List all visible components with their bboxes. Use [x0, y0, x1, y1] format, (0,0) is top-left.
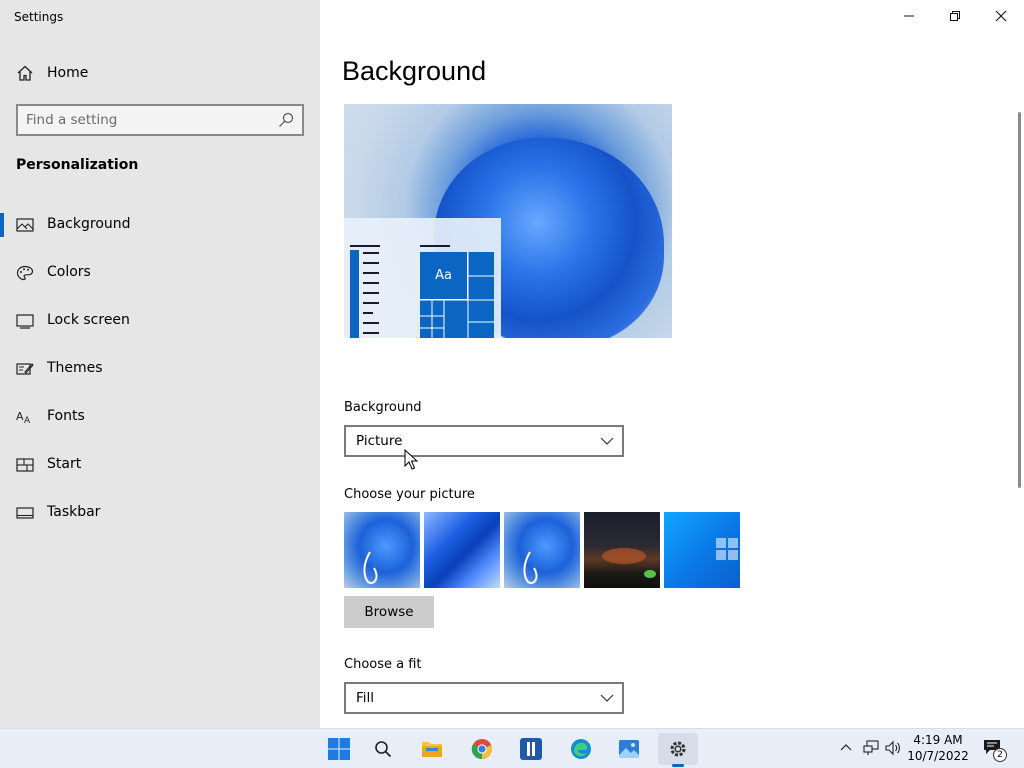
lock-screen-icon [16, 314, 34, 329]
chevron-down-icon [600, 437, 614, 445]
picture-thumbnail[interactable] [344, 512, 420, 588]
sidebar-item-label: Background [47, 216, 131, 232]
close-icon [995, 10, 1007, 22]
clock-date: 10/7/2022 [907, 749, 969, 763]
chevron-up-icon[interactable] [840, 743, 852, 751]
picture-thumbnail[interactable] [424, 512, 500, 588]
gear-icon [670, 741, 686, 757]
close-button[interactable] [978, 0, 1024, 32]
sidebar: Settings Home Personalization Background… [0, 0, 320, 728]
sidebar-item-label: Fonts [47, 408, 85, 424]
background-preview: Aa [344, 104, 672, 338]
edge-button[interactable] [561, 733, 601, 765]
background-label: Background [344, 400, 422, 415]
sidebar-item-start[interactable]: Start [0, 445, 320, 485]
choose-fit-label: Choose a fit [344, 657, 422, 672]
scrollbar[interactable] [1018, 112, 1021, 488]
sidebar-item-themes[interactable]: Themes [0, 349, 320, 389]
sidebar-item-background[interactable]: Background [0, 205, 320, 245]
start-icon [16, 458, 34, 472]
folder-icon [422, 742, 442, 757]
sidebar-item-colors[interactable]: Colors [0, 253, 320, 293]
picture-thumbnail[interactable] [504, 512, 580, 588]
section-title: Personalization [16, 157, 139, 173]
sidebar-item-home[interactable]: Home [0, 56, 320, 90]
photos-button[interactable] [609, 733, 649, 765]
page-title: Background [342, 56, 487, 86]
windows-logo-icon [716, 538, 738, 560]
sidebar-item-label: Colors [47, 264, 91, 280]
network-icon[interactable] [863, 740, 879, 756]
taskbar-icon [16, 507, 34, 519]
sidebar-item-label: Home [47, 65, 89, 81]
mouse-cursor-icon [404, 449, 418, 470]
taskbar: 4:19 AM 10/7/2022 [0, 728, 1024, 768]
sidebar-item-fonts[interactable]: A A Fonts [0, 397, 320, 437]
themes-icon [16, 363, 34, 375]
home-icon [17, 65, 33, 81]
preview-start-menu: Aa [344, 218, 501, 338]
search-input[interactable] [26, 110, 266, 130]
minimize-button[interactable] [886, 0, 932, 32]
fit-dropdown[interactable]: Fill [344, 682, 624, 714]
windows-start-icon [328, 738, 350, 760]
search-icon[interactable] [278, 112, 294, 128]
app-icon [520, 738, 542, 760]
svg-text:A: A [16, 410, 24, 423]
clock-time: 4:19 AM [913, 733, 963, 747]
svg-text:A: A [24, 416, 31, 425]
system-clock[interactable]: 4:19 AM 10/7/2022 [906, 732, 970, 764]
dropdown-value: Picture [356, 433, 403, 449]
app-button[interactable] [511, 733, 551, 765]
palette-icon [16, 265, 34, 281]
volume-icon[interactable] [885, 740, 901, 756]
search-box[interactable] [16, 104, 304, 136]
notification-count-badge: 2 [993, 748, 1007, 762]
sidebar-item-lock-screen[interactable]: Lock screen [0, 301, 320, 341]
fonts-icon: A A [16, 410, 31, 425]
sidebar-item-label: Themes [47, 360, 103, 376]
minimize-icon [904, 15, 914, 17]
file-explorer-button[interactable] [412, 733, 452, 765]
picture-thumbnail[interactable] [664, 512, 740, 588]
sidebar-item-label: Lock screen [47, 312, 130, 328]
picture-thumbnail[interactable] [584, 512, 660, 588]
taskbar-search-button[interactable] [363, 733, 403, 765]
sidebar-item-label: Taskbar [47, 504, 101, 520]
restore-icon [950, 11, 960, 21]
edge-icon [571, 739, 591, 759]
start-button[interactable] [319, 733, 359, 765]
app-title: Settings [14, 10, 64, 24]
chrome-button[interactable] [462, 733, 502, 765]
dropdown-value: Fill [356, 690, 375, 706]
image-icon [16, 218, 34, 232]
chevron-down-icon [600, 694, 614, 702]
choose-picture-label: Choose your picture [344, 487, 475, 502]
photos-icon [619, 740, 639, 758]
browse-button[interactable]: Browse [344, 596, 434, 628]
chrome-icon [471, 739, 493, 760]
background-type-dropdown[interactable]: Picture [344, 425, 624, 457]
settings-taskbar-button[interactable] [658, 733, 698, 767]
search-icon [375, 741, 392, 758]
restore-button[interactable] [932, 0, 978, 32]
sidebar-item-taskbar[interactable]: Taskbar [0, 493, 320, 533]
sidebar-item-label: Start [47, 456, 82, 472]
